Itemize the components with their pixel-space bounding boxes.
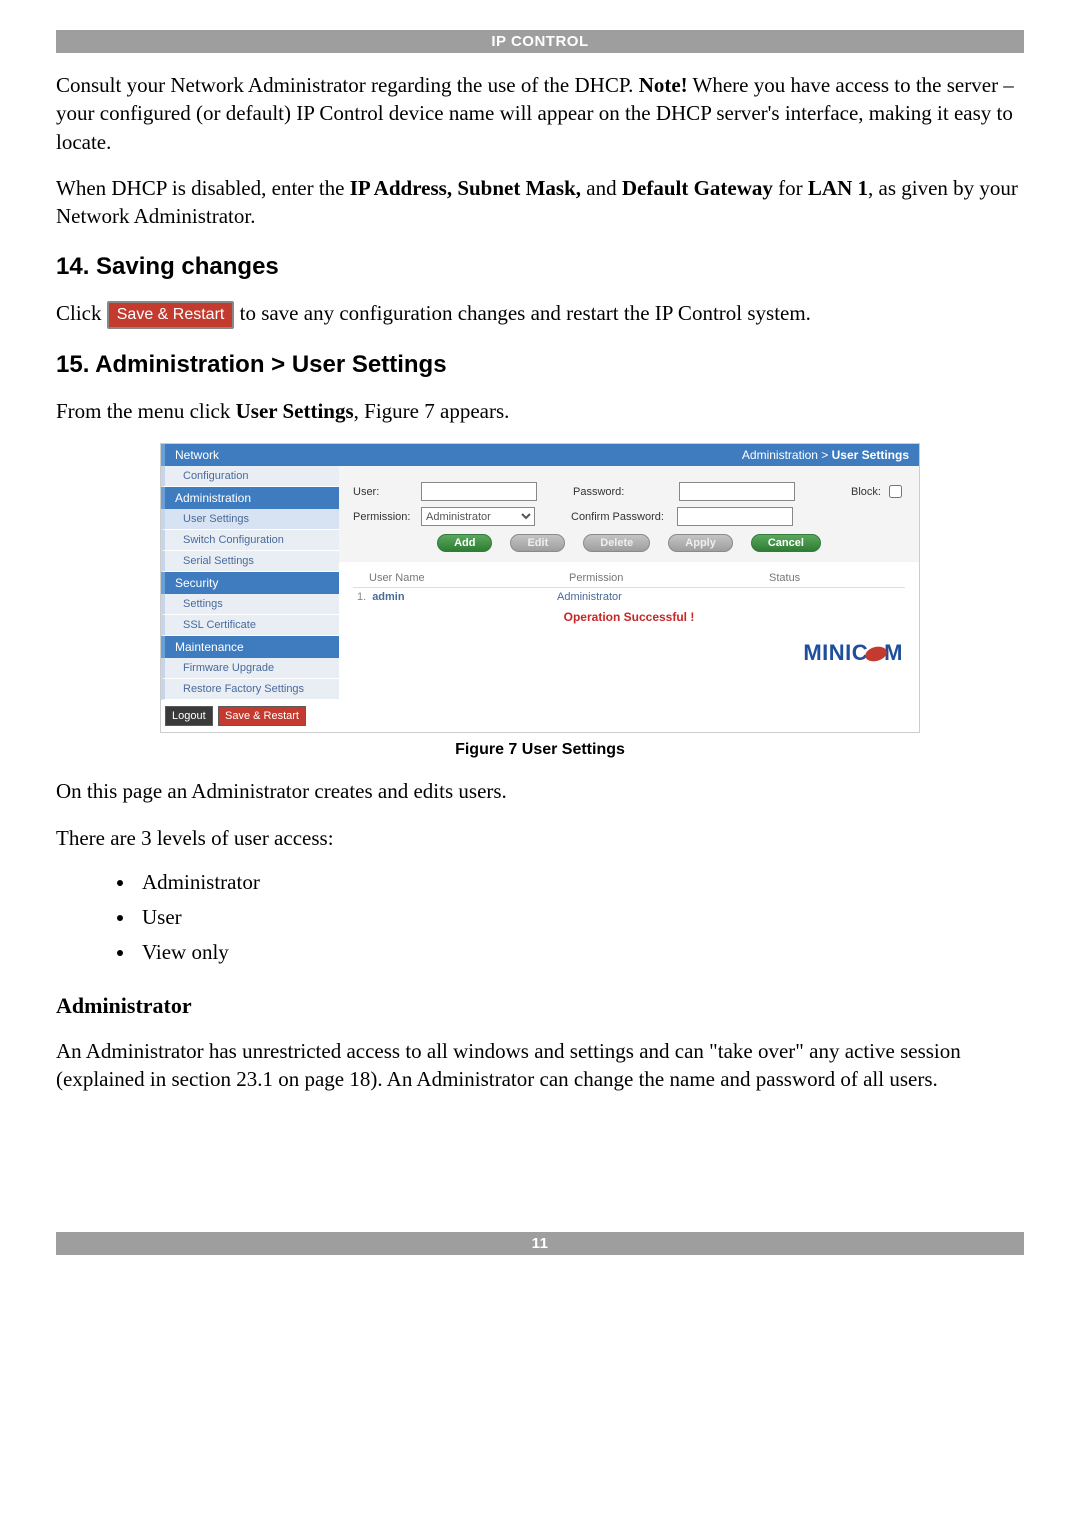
col-permission: Permission [569,572,769,584]
page-footer-bar: 11 [56,1232,1024,1255]
text: Click [56,301,107,325]
sidebar-head-network: Network [161,444,339,466]
list-item: View only [136,940,1024,965]
sidebar-item-settings[interactable]: Settings [161,594,339,615]
paragraph-click-save: Click Save & Restart to save any configu… [56,299,1024,329]
sidebar-item-serial-settings[interactable]: Serial Settings [161,551,339,572]
table-header: User Name Permission Status [353,572,905,588]
text-bold: Default Gateway [622,176,773,200]
save-restart-button[interactable]: Save & Restart [218,706,306,726]
apply-button[interactable]: Apply [668,534,733,552]
main-panel: Administration > User Settings User: Pas… [339,444,919,732]
sidebar-item-ssl-certificate[interactable]: SSL Certificate [161,615,339,636]
col-status: Status [769,572,905,584]
paragraph-administrator-desc: An Administrator has unrestricted access… [56,1037,1024,1094]
user-input[interactable] [421,482,537,501]
brand-logo: MINICM [803,640,903,665]
confirm-password-input[interactable] [677,507,793,526]
figure-caption: Figure 7 User Settings [160,741,920,759]
permission-select[interactable]: Administrator [421,507,535,526]
confirm-password-label: Confirm Password: [571,511,671,523]
sidebar-item-firmware-upgrade[interactable]: Firmware Upgrade [161,658,339,679]
col-username: User Name [353,572,569,584]
permission-label: Permission: [353,511,415,523]
list-item: User [136,905,1024,930]
text: Consult your Network Administrator regar… [56,73,639,97]
block-label: Block: [851,486,881,498]
paragraph-dhcp-disabled: When DHCP is disabled, enter the IP Addr… [56,174,1024,231]
paragraph-from-menu: From the menu click User Settings, Figur… [56,397,1024,425]
breadcrumb-section: Administration [742,448,818,462]
text: and [581,176,622,200]
text: From the menu click [56,399,236,423]
logout-button[interactable]: Logout [165,706,213,726]
sidebar-item-restore-factory[interactable]: Restore Factory Settings [161,679,339,700]
password-label: Password: [573,486,673,498]
operation-message: Operation Successful ! [353,610,905,624]
heading-saving-changes: 14. Saving changes [56,253,1024,281]
brand-row: MINICM [339,630,919,676]
access-levels-list: Administrator User View only [116,870,1024,965]
sidebar-head-administration: Administration [161,487,339,509]
sidebar-item-user-settings[interactable]: User Settings [161,509,339,530]
text-bold: User Settings [236,399,354,423]
text-bold: LAN 1 [808,176,868,200]
text: , Figure 7 appears. [354,399,510,423]
sidebar-item-configuration[interactable]: Configuration [161,466,339,487]
sidebar-head-security: Security [161,572,339,594]
save-restart-button-image: Save & Restart [107,301,235,329]
figure-7: Network Configuration Administration Use… [160,443,920,759]
heading-admin-user-settings: 15. Administration > User Settings [56,351,1024,379]
breadcrumb: Administration > User Settings [339,444,919,466]
list-item: Administrator [136,870,1024,895]
sidebar-bottom: Logout Save & Restart [161,700,339,732]
user-settings-ui: Network Configuration Administration Use… [160,443,920,733]
subheading-administrator: Administrator [56,993,1024,1019]
sidebar-head-maintenance: Maintenance [161,636,339,658]
text: for [773,176,808,200]
sidebar-item-switch-configuration[interactable]: Switch Configuration [161,530,339,551]
paragraph-on-this-page: On this page an Administrator creates an… [56,777,1024,805]
user-label: User: [353,486,415,498]
row-username: admin [372,591,404,603]
block-checkbox[interactable] [889,485,902,498]
text: When DHCP is disabled, enter the [56,176,350,200]
form-button-row: Add Edit Delete Apply Cancel [353,534,905,552]
paragraph-three-levels: There are 3 levels of user access: [56,824,1024,852]
sidebar: Network Configuration Administration Use… [161,444,339,732]
user-table: User Name Permission Status 1. admin Admi… [339,562,919,630]
text-bold: IP Address, Subnet Mask, [350,176,581,200]
delete-button[interactable]: Delete [583,534,650,552]
brand-text-left: MINIC [803,640,868,665]
breadcrumb-page: User Settings [832,448,909,462]
password-input[interactable] [679,482,795,501]
row-status [757,591,905,603]
row-permission: Administrator [557,591,757,603]
note-bold: Note! [639,73,688,97]
row-index: 1. [357,591,366,603]
paragraph-dhcp-note: Consult your Network Administrator regar… [56,71,1024,156]
page-header-bar: IP CONTROL [56,30,1024,53]
user-form: User: Password: Block: Permission: Admin… [339,466,919,562]
text: to save any configuration changes and re… [234,301,811,325]
table-row[interactable]: 1. admin Administrator [353,588,905,606]
breadcrumb-sep: > [818,448,832,462]
cancel-button[interactable]: Cancel [751,534,821,552]
edit-button[interactable]: Edit [510,534,565,552]
add-button[interactable]: Add [437,534,492,552]
